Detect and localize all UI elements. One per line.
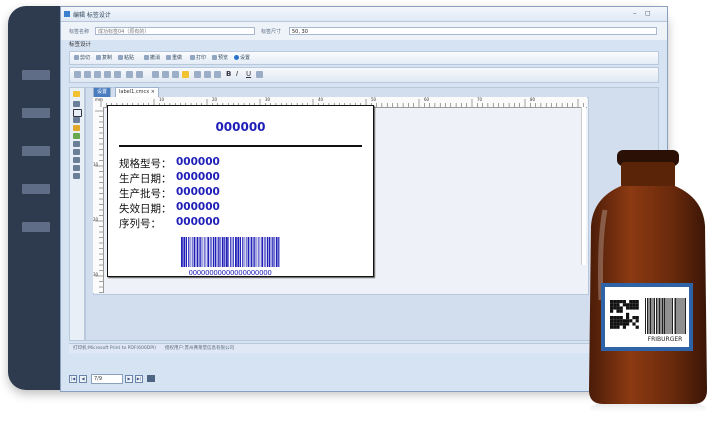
row-key-batch[interactable]: 生产批号： (119, 186, 172, 201)
tool-palette (69, 87, 85, 341)
redo-button[interactable]: 重做 (166, 54, 182, 62)
underline-icon[interactable]: U (246, 70, 251, 78)
status-bar: 打印机:Microsoft Print to PDF(600DPI) 授权用户:… (69, 343, 657, 353)
ruler-label: 30 (93, 272, 99, 277)
section-label: 标签设计 (69, 42, 92, 48)
side-tab (22, 184, 50, 194)
row-value-serial[interactable]: 000000 (176, 216, 220, 228)
name-label: 标签名称 (69, 29, 90, 35)
label-divider[interactable] (119, 145, 362, 147)
italic-icon[interactable]: I (236, 70, 238, 78)
edit-toolbar: 剪切 复制 粘贴 撤消 重做 打印 预览 设置 (69, 51, 659, 65)
row-value-spec[interactable]: 000000 (176, 156, 220, 168)
size-label: 标签尺寸 (261, 29, 282, 35)
ruler-label: 60 (424, 97, 430, 102)
line-tool-icon[interactable] (73, 101, 80, 107)
zoom-fit-icon[interactable] (172, 71, 179, 78)
ruler-unit: mm (95, 97, 103, 102)
text-box-icon[interactable] (256, 71, 263, 78)
row-value-expiry-date[interactable]: 000000 (176, 201, 220, 213)
ruler-label: 20 (212, 97, 218, 102)
side-tab (22, 108, 50, 118)
bold-icon[interactable]: B (226, 70, 231, 78)
copy-button[interactable]: 复制 (96, 54, 112, 62)
undo-button[interactable]: 撤消 (144, 54, 160, 62)
align-bottom-icon[interactable] (114, 71, 121, 78)
barcode-tool-icon[interactable] (73, 141, 80, 147)
format-toolbar: B I U (69, 67, 659, 83)
label-code[interactable]: 000000 (108, 120, 373, 134)
paste-button[interactable]: 粘贴 (118, 54, 134, 62)
shape-tool-icon[interactable] (73, 133, 80, 139)
vertical-ruler: 10 20 30 (93, 107, 104, 293)
label-preview[interactable]: 000000 规格型号： 000000 生产日期： 000000 生产批号： 0… (107, 105, 374, 277)
row-key-spec[interactable]: 规格型号： (119, 156, 172, 171)
bottle-brand: FRIBURGER (648, 336, 683, 343)
preview-button[interactable]: 预览 (212, 54, 228, 62)
barcode-number[interactable]: 00000000000000000000 (178, 269, 282, 277)
company-status: 授权用户:苏州弗莱堡信息有限公司 (165, 346, 235, 351)
rectangle-tool-icon[interactable] (73, 109, 82, 117)
first-page-button[interactable]: |◀ (69, 375, 77, 383)
ruler-label: 50 (371, 97, 377, 102)
table-tool-icon[interactable] (73, 157, 80, 163)
row-key-serial[interactable]: 序列号： (119, 216, 161, 231)
ruler-label: 30 (265, 97, 271, 102)
amber-bottle-image: FRIBURGER (589, 150, 707, 416)
ruler-label: 10 (159, 97, 165, 102)
align-right-icon[interactable] (94, 71, 101, 78)
document-tabs: 设置 label1.cmcx × (85, 87, 385, 98)
last-page-button[interactable]: ▶| (135, 375, 143, 383)
prev-page-button[interactable]: ◀ (79, 375, 87, 383)
delete-icon[interactable] (194, 71, 201, 78)
cut-button[interactable]: 剪切 (74, 54, 90, 62)
title-bar: 编辑 标签设计 – ◻ (61, 7, 667, 22)
serial-tool-icon[interactable] (73, 165, 80, 171)
app-window: 编辑 标签设计 – ◻ 标签名称 成功标签04（原有的） 标签尺寸 50, 30… (60, 6, 668, 392)
grid-icon[interactable] (214, 71, 221, 78)
ruler-label: 40 (318, 97, 324, 102)
page-navigator: |◀ ◀ 7/9 ▶ ▶| (65, 373, 265, 385)
lock-icon[interactable] (204, 71, 211, 78)
text-tool-icon[interactable] (73, 125, 80, 131)
qrcode-tool-icon[interactable] (73, 149, 80, 155)
ruler-label: 20 (93, 217, 99, 222)
ungroup-icon[interactable] (136, 71, 143, 78)
print-button[interactable]: 打印 (190, 54, 206, 62)
image-tool-icon[interactable] (73, 117, 80, 123)
settings-button[interactable]: 设置 (234, 54, 250, 62)
align-center-icon[interactable] (84, 71, 91, 78)
row-key-production-date[interactable]: 生产日期： (119, 171, 172, 186)
printer-status: 打印机:Microsoft Print to PDF(600DPI) (73, 346, 157, 351)
print-preview-icon[interactable] (147, 375, 155, 382)
date-tool-icon[interactable] (73, 173, 80, 179)
minimize-icon[interactable]: – (633, 9, 637, 17)
row-value-batch[interactable]: 000000 (176, 186, 220, 198)
app-icon (64, 11, 70, 17)
align-top-icon[interactable] (104, 71, 111, 78)
size-field[interactable]: 50, 30 (289, 27, 657, 35)
name-field[interactable]: 成功标签04（原有的） (95, 27, 255, 35)
highlight-icon[interactable] (182, 71, 189, 78)
window-title: 编辑 标签设计 (73, 12, 111, 19)
zoom-out-icon[interactable] (162, 71, 169, 78)
row-key-expiry-date[interactable]: 失效日期： (119, 201, 172, 216)
label-fields: 标签名称 成功标签04（原有的） 标签尺寸 50, 30 (61, 22, 667, 40)
next-page-button[interactable]: ▶ (125, 375, 133, 383)
ruler-label: 70 (477, 97, 483, 102)
ruler-label: 10 (93, 162, 99, 167)
barcode-graphic[interactable] (180, 237, 280, 267)
restore-icon[interactable]: ◻ (645, 9, 651, 17)
align-left-icon[interactable] (74, 71, 81, 78)
side-tab (22, 70, 50, 80)
pointer-icon[interactable] (73, 91, 80, 97)
side-tab (22, 146, 50, 156)
ruler-label: 80 (530, 97, 536, 102)
zoom-in-icon[interactable] (152, 71, 159, 78)
page-input[interactable]: 7/9 (91, 374, 123, 384)
row-value-production-date[interactable]: 000000 (176, 171, 220, 183)
side-tab (22, 222, 50, 232)
group-icon[interactable] (126, 71, 133, 78)
